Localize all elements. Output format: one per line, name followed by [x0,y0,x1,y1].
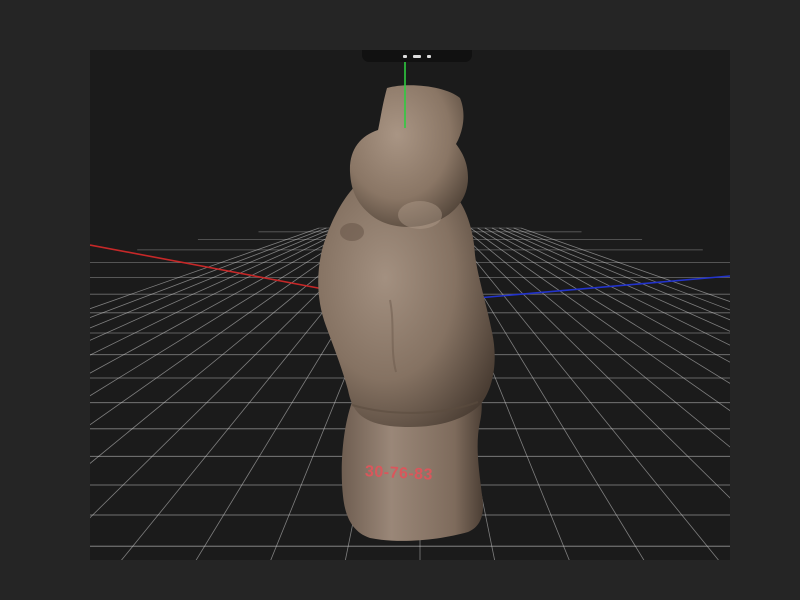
scene: 30-76-83 [90,60,730,560]
3d-model[interactable]: 30-76-83 [318,85,495,541]
toolbar-icon[interactable] [427,54,431,58]
toolbar-icon[interactable] [413,54,421,58]
toolbar-icon[interactable] [403,54,407,58]
model-highlight [398,201,442,229]
3d-viewport[interactable]: 30-76-83 [90,50,730,560]
view-toolbar[interactable] [362,50,472,62]
model-label: 30-76-83 [365,463,434,484]
viewer-window: 30-76-83 [0,0,800,600]
model-shadow-patch [340,223,364,241]
